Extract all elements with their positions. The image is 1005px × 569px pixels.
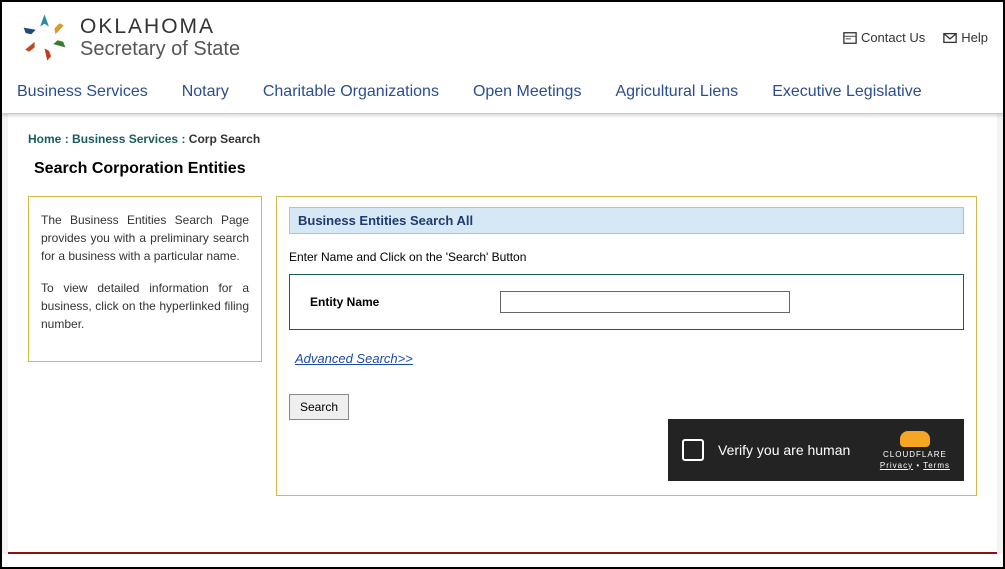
logo-area[interactable]: OKLAHOMA Secretary of State (17, 10, 240, 65)
search-button[interactable]: Search (289, 394, 349, 420)
sidebar-paragraph-1: The Business Entities Search Page provid… (41, 211, 249, 265)
header-utility-links: Contact Us Help (843, 30, 988, 45)
captcha-brand-label: CLOUDFLARE (883, 450, 947, 459)
breadcrumb-home[interactable]: Home (28, 132, 61, 146)
contact-icon (843, 31, 857, 45)
nav-agricultural-liens[interactable]: Agricultural Liens (615, 83, 738, 101)
nav-charitable-organizations[interactable]: Charitable Organizations (263, 83, 439, 101)
breadcrumb-separator: : (65, 132, 72, 146)
nav-business-services[interactable]: Business Services (17, 83, 148, 101)
info-sidebar: The Business Entities Search Page provid… (28, 196, 262, 362)
main-navigation: Business Services Notary Charitable Orga… (2, 73, 1003, 114)
two-column-layout: The Business Entities Search Page provid… (28, 196, 977, 496)
captcha-branding: CLOUDFLARE Privacy • Terms (880, 431, 950, 470)
entity-name-row: Entity Name (289, 274, 964, 330)
captcha-widget: Verify you are human CLOUDFLARE Privacy … (668, 419, 964, 481)
search-instruction: Enter Name and Click on the 'Search' But… (289, 250, 964, 264)
entity-name-label: Entity Name (310, 295, 460, 309)
nav-executive-legislative[interactable]: Executive Legislative (772, 83, 921, 101)
captcha-privacy-link[interactable]: Privacy (880, 461, 913, 470)
site-header: OKLAHOMA Secretary of State Contact Us H… (2, 2, 1003, 73)
search-panel: Business Entities Search All Enter Name … (276, 196, 977, 496)
logo-line1: OKLAHOMA (80, 15, 240, 38)
envelope-icon (943, 31, 957, 45)
entity-name-input[interactable] (500, 291, 790, 313)
captcha-terms-link[interactable]: Terms (923, 461, 950, 470)
content-wrapper: Home : Business Services : Corp Search S… (8, 114, 997, 554)
sidebar-paragraph-2: To view detailed information for a busin… (41, 279, 249, 333)
page-title: Search Corporation Entities (34, 160, 977, 178)
panel-header: Business Entities Search All (289, 207, 964, 234)
contact-us-link[interactable]: Contact Us (843, 30, 925, 45)
oklahoma-star-icon (17, 10, 72, 65)
help-link[interactable]: Help (943, 30, 988, 45)
nav-notary[interactable]: Notary (182, 83, 229, 101)
breadcrumb: Home : Business Services : Corp Search (28, 132, 977, 146)
content-background: Home : Business Services : Corp Search S… (2, 114, 1003, 554)
logo-line2: Secretary of State (80, 38, 240, 60)
advanced-search-link[interactable]: Advanced Search>> (295, 351, 413, 366)
captcha-checkbox[interactable] (682, 439, 704, 461)
breadcrumb-separator: : (181, 132, 188, 146)
logo-text: OKLAHOMA Secretary of State (80, 15, 240, 60)
cloudflare-cloud-icon (900, 431, 930, 447)
captcha-legal-links: Privacy • Terms (880, 461, 950, 470)
breadcrumb-current: Corp Search (189, 132, 260, 146)
help-label: Help (961, 30, 988, 45)
contact-us-label: Contact Us (861, 30, 925, 45)
nav-open-meetings[interactable]: Open Meetings (473, 83, 582, 101)
captcha-text: Verify you are human (718, 442, 880, 458)
breadcrumb-section[interactable]: Business Services (72, 132, 178, 146)
